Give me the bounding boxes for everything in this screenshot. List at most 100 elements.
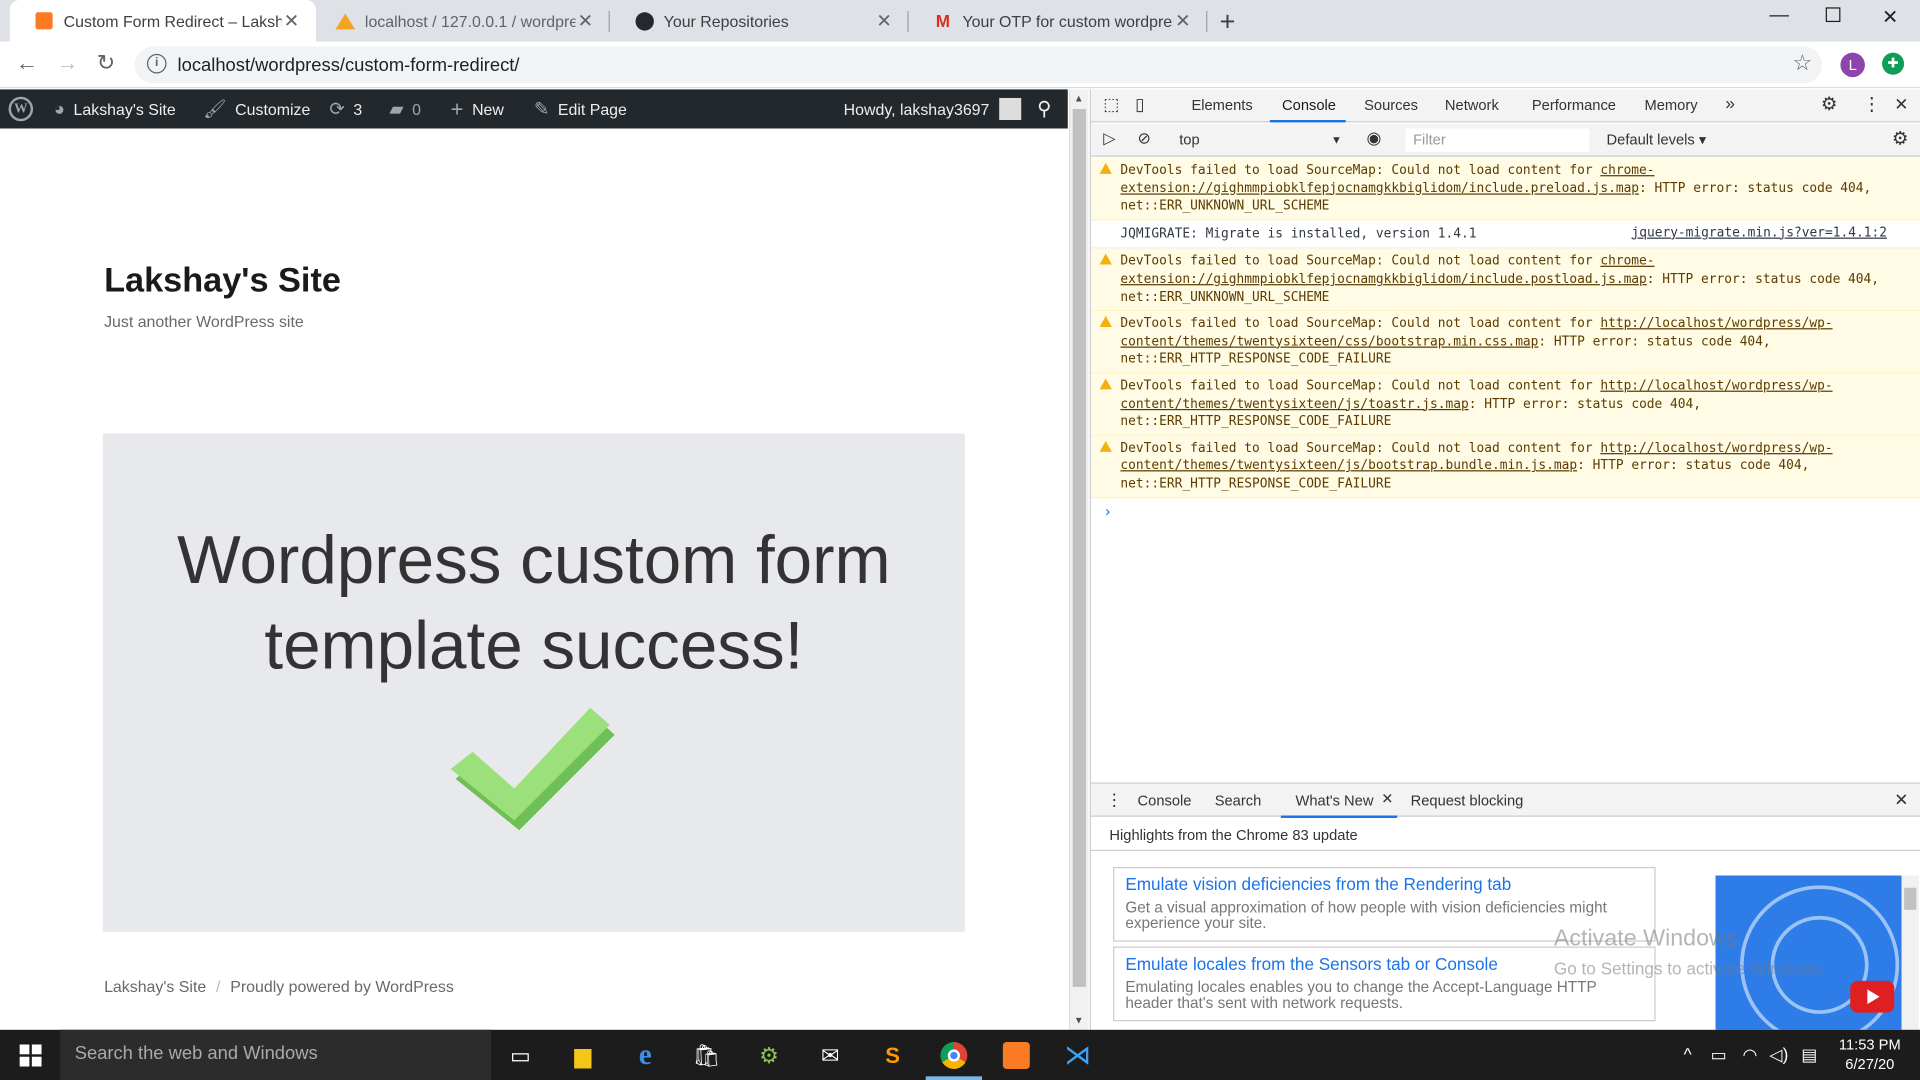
browser-tab[interactable]: M Your OTP for custom wordpress f ✕ — [909, 0, 1208, 42]
console-warning[interactable]: DevTools failed to load SourceMap: Could… — [1091, 157, 1920, 221]
console-prompt-chevron-icon[interactable]: › — [1091, 498, 1920, 526]
forward-arrow-icon[interactable]: → — [56, 50, 78, 76]
console-filter-input[interactable]: Filter — [1405, 128, 1590, 152]
windows-start-icon[interactable] — [0, 1030, 60, 1080]
console-warning[interactable]: DevTools failed to load SourceMap: Could… — [1091, 311, 1920, 374]
console-log[interactable]: JQMIGRATE: Migrate is installed, version… — [1091, 220, 1920, 250]
android-studio-icon[interactable]: ⚙ — [751, 1037, 788, 1074]
url-text[interactable]: localhost/wordpress/custom-form-redirect… — [178, 55, 520, 76]
close-tab-icon[interactable]: ✕ — [874, 10, 894, 32]
chrome-83-video-thumbnail[interactable] — [1715, 875, 1902, 1030]
card-title[interactable]: Emulate vision deficiencies from the Ren… — [1125, 874, 1643, 894]
kebab-menu-icon[interactable]: ⋮ — [1862, 93, 1880, 115]
drawer-tab-whats-new[interactable]: What's New — [1296, 792, 1374, 809]
profile-avatar[interactable]: L — [1840, 52, 1865, 78]
tab-console[interactable]: Console — [1282, 97, 1336, 114]
live-expression-eye-icon[interactable]: ◉ — [1367, 127, 1382, 148]
close-drawer-icon[interactable]: ✕ — [1894, 790, 1908, 811]
clear-console-icon[interactable]: ⊘ — [1138, 129, 1151, 149]
file-explorer-icon[interactable]: ▆ — [564, 1037, 601, 1074]
site-title[interactable]: Lakshay's Site — [104, 261, 341, 300]
bookmark-star-icon[interactable]: ☆ — [1792, 50, 1812, 76]
battery-icon[interactable]: ▭ — [1711, 1044, 1727, 1065]
tab-performance[interactable]: Performance — [1532, 97, 1616, 114]
new-tab-plus-icon[interactable]: + — [1220, 6, 1236, 38]
drawer-menu-icon[interactable]: ⋮ — [1106, 790, 1123, 811]
user-avatar — [999, 97, 1022, 121]
search-icon[interactable]: ⚲ — [1037, 89, 1051, 128]
vscode-icon[interactable]: ⋊ — [1059, 1037, 1096, 1074]
admin-bar-edit-page[interactable]: ✎ Edit Page — [534, 89, 627, 128]
browser-tab[interactable]: localhost / 127.0.0.1 / wordpress ✕ — [311, 0, 610, 42]
notifications-icon[interactable]: ▤ — [1801, 1044, 1817, 1065]
context-select[interactable]: top — [1179, 131, 1199, 148]
drawer-tab-console[interactable]: Console — [1138, 792, 1192, 809]
admin-bar-comments[interactable]: ▰ 0 — [389, 89, 421, 128]
show-hidden-icons-icon[interactable]: ^ — [1684, 1044, 1692, 1064]
console-warning[interactable]: DevTools failed to load SourceMap: Could… — [1091, 373, 1920, 436]
show-sidebar-icon[interactable]: ▷ — [1103, 129, 1115, 149]
admin-bar-customize[interactable]: 🖌 Customize — [203, 89, 310, 128]
success-panel: Wordpress custom form template success! — [102, 433, 965, 932]
howdy-text: Howdy, lakshay3697 — [843, 99, 990, 119]
back-arrow-icon[interactable]: ← — [16, 50, 38, 76]
restore-icon[interactable] — [1825, 7, 1841, 23]
site-info-icon[interactable]: i — [146, 53, 167, 74]
close-tab-icon[interactable]: ✕ — [1173, 10, 1193, 32]
settings-gear-icon[interactable]: ⚙ — [1821, 93, 1837, 115]
device-toolbar-icon[interactable]: ▯ — [1135, 94, 1144, 115]
tab-network[interactable]: Network — [1445, 97, 1499, 114]
taskbar-clock[interactable]: 11:53 PM 6/27/20 — [1829, 1035, 1910, 1074]
sublime-text-icon[interactable]: S — [874, 1037, 911, 1074]
tab-sources[interactable]: Sources — [1364, 97, 1418, 114]
admin-bar-site[interactable]: ◕ Lakshay's Site — [54, 89, 176, 128]
task-view-icon[interactable]: ▭ — [502, 1037, 539, 1074]
page-scrollbar[interactable]: ▲ ▼ — [1068, 89, 1089, 1030]
footer-site-link[interactable]: Lakshay's Site — [104, 977, 206, 995]
close-tab-icon[interactable]: ✕ — [576, 10, 596, 32]
scroll-down-icon[interactable]: ▼ — [1074, 1015, 1084, 1026]
more-tabs-icon[interactable]: » — [1725, 93, 1735, 113]
close-drawer-tab-icon[interactable]: ✕ — [1381, 790, 1393, 807]
xampp-icon[interactable] — [998, 1037, 1035, 1074]
close-tab-icon[interactable]: ✕ — [282, 10, 302, 32]
browser-tab[interactable]: Your Repositories ✕ — [610, 0, 909, 42]
inspect-element-icon[interactable]: ⬚ — [1103, 94, 1119, 115]
drawer-tab-search[interactable]: Search — [1215, 792, 1262, 809]
extension-icon[interactable]: ✚ — [1882, 52, 1905, 75]
drawer-scrollbar-thumb[interactable] — [1904, 887, 1917, 910]
dropdown-arrow-icon[interactable]: ▼ — [1331, 133, 1342, 145]
wifi-icon[interactable]: ◠ — [1742, 1044, 1757, 1065]
drawer-tab-request-blocking[interactable]: Request blocking — [1411, 792, 1524, 809]
whats-new-card[interactable]: Emulate locales from the Sensors tab or … — [1113, 946, 1656, 1022]
devtools-panel: ⬚ ▯ Elements Console Sources Network Per… — [1089, 89, 1920, 1030]
scroll-up-icon[interactable]: ▲ — [1074, 93, 1084, 104]
console-warning[interactable]: DevTools failed to load SourceMap: Could… — [1091, 249, 1920, 312]
volume-icon[interactable]: ◁) — [1769, 1044, 1788, 1065]
close-window-icon[interactable]: ✕ — [1882, 5, 1898, 29]
admin-bar-account[interactable]: Howdy, lakshay3697 — [844, 89, 1022, 128]
youtube-play-icon[interactable] — [1850, 980, 1895, 1013]
store-icon[interactable]: 🛍 — [688, 1037, 725, 1074]
wordpress-logo-icon[interactable]: W — [8, 89, 34, 128]
console-warning[interactable]: DevTools failed to load SourceMap: Could… — [1091, 435, 1920, 498]
mail-icon[interactable]: ✉ — [812, 1037, 849, 1074]
minimize-icon[interactable]: — — [1769, 5, 1789, 27]
footer-powered-link[interactable]: Proudly powered by WordPress — [230, 977, 454, 995]
console-settings-gear-icon[interactable]: ⚙ — [1892, 127, 1908, 150]
close-devtools-icon[interactable]: ✕ — [1894, 94, 1908, 115]
tab-elements[interactable]: Elements — [1191, 97, 1252, 114]
admin-bar-new[interactable]: + New — [451, 89, 504, 128]
message-source-link[interactable]: jquery-migrate.min.js?ver=1.4.1:2 — [1631, 224, 1886, 242]
log-levels-select[interactable]: Default levels ▾ — [1607, 131, 1707, 148]
scrollbar-thumb[interactable] — [1072, 108, 1087, 987]
address-bar[interactable]: i localhost/wordpress/custom-form-redire… — [134, 46, 1823, 84]
browser-tab-active[interactable]: Custom Form Redirect – Lakshay ✕ — [9, 0, 316, 42]
taskbar-search-input[interactable]: Search the web and Windows — [60, 1029, 492, 1080]
admin-bar-updates[interactable]: ⟳ 3 — [329, 89, 362, 128]
edge-browser-icon[interactable]: e — [627, 1037, 664, 1074]
chrome-icon[interactable] — [936, 1037, 973, 1074]
tab-memory[interactable]: Memory — [1645, 97, 1698, 114]
drawer-scrollbar[interactable] — [1901, 875, 1919, 1030]
reload-icon[interactable]: ↻ — [97, 50, 115, 76]
